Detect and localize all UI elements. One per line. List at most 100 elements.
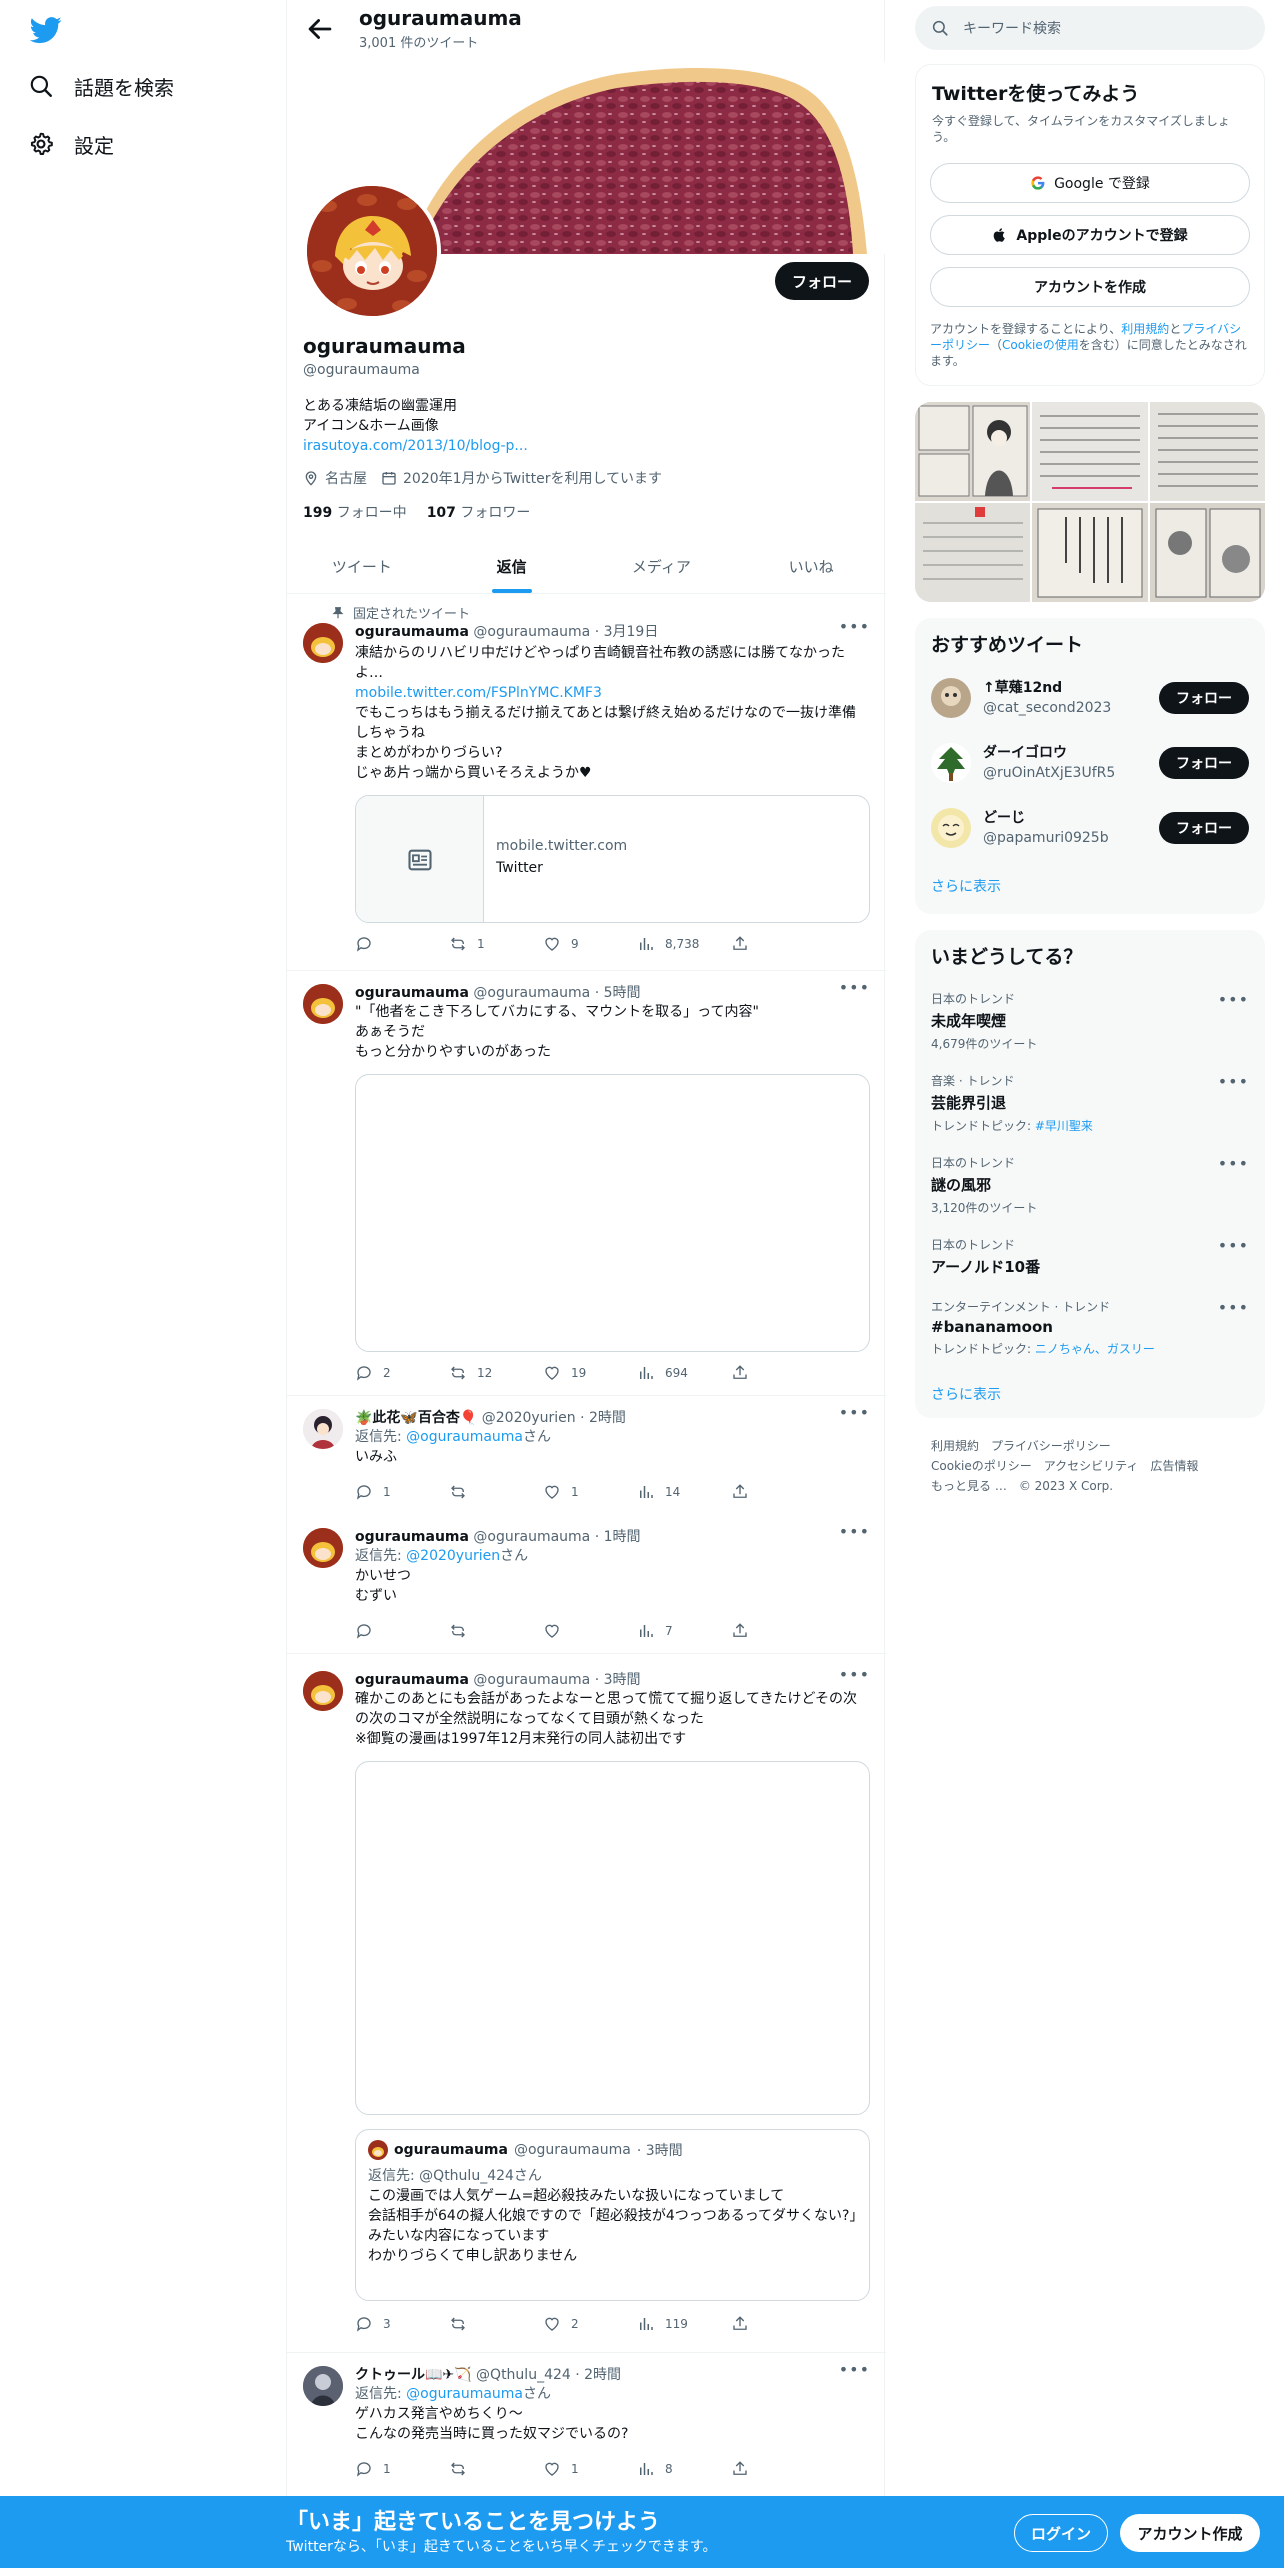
author-handle[interactable]: @oguraumauma xyxy=(473,985,590,1001)
footer-link[interactable]: もっと見る … xyxy=(931,1479,1007,1493)
following-link[interactable]: 199 フォロー中 xyxy=(303,502,407,522)
reply-button[interactable] xyxy=(355,1622,419,1640)
tweet[interactable]: クトゥール📖✈🏹 @Qthulu_424 · 2時間 ••• 返信先: @ogu… xyxy=(287,2354,886,2496)
avatar[interactable] xyxy=(931,808,971,848)
more-icon[interactable]: ••• xyxy=(1218,1298,1249,1317)
bio-link[interactable]: irasutoya.com/2013/10/blog-p... xyxy=(303,436,528,456)
tweet-time[interactable]: · 2時間 xyxy=(580,1410,626,1426)
retweet-button[interactable] xyxy=(449,2460,513,2478)
share-button[interactable] xyxy=(731,2460,795,2478)
retweet-button[interactable] xyxy=(449,2315,513,2333)
reply-button[interactable]: 1 xyxy=(355,2460,419,2478)
author-handle[interactable]: @Qthulu_424 xyxy=(476,2367,571,2383)
trend-topic-link[interactable]: ニノちゃん、ガスリー xyxy=(1035,1342,1155,1356)
media-thumbnail[interactable] xyxy=(1032,402,1148,501)
like-button[interactable]: 2 xyxy=(543,2315,607,2333)
tweet-time[interactable]: · 3月19日 xyxy=(595,624,659,640)
create-account-button[interactable]: アカウントを作成 xyxy=(930,267,1250,307)
retweet-button[interactable]: 1 xyxy=(449,935,513,953)
author-handle[interactable]: @oguraumauma xyxy=(473,1672,590,1688)
tweet-time[interactable]: · 2時間 xyxy=(575,2367,621,2383)
retweet-button[interactable] xyxy=(449,1483,513,1501)
views-button[interactable]: 119 xyxy=(637,2315,701,2333)
views-button[interactable]: 14 xyxy=(637,1483,701,1501)
rec-user[interactable]: ダーイゴロウ @ruOinAtXjE3UfR5 フォロー xyxy=(931,738,1249,788)
like-button[interactable]: 1 xyxy=(543,1483,607,1501)
quoted-tweet[interactable]: oguraumauma @oguraumauma · 3時間 返信先: @Qth… xyxy=(355,2129,870,2301)
tab-replies[interactable]: 返信 xyxy=(437,540,587,593)
like-button[interactable]: 19 xyxy=(543,1364,607,1382)
views-button[interactable]: 8,738 xyxy=(637,935,701,953)
tweet[interactable]: oguraumauma @oguraumauma · 5時間 ••• "「他者を… xyxy=(287,972,886,1396)
retweet-button[interactable]: 12 xyxy=(449,1364,513,1382)
like-button[interactable]: 9 xyxy=(543,935,607,953)
login-button[interactable]: ログイン xyxy=(1014,2514,1108,2552)
signup-button[interactable]: アカウント作成 xyxy=(1120,2514,1260,2552)
tab-likes[interactable]: いいね xyxy=(736,540,886,593)
author-handle[interactable]: @oguraumauma xyxy=(473,624,590,640)
nav-settings[interactable]: 設定 xyxy=(28,122,114,166)
avatar[interactable] xyxy=(303,1528,343,1568)
media-thumbnail[interactable] xyxy=(1032,503,1148,602)
tweet[interactable]: oguraumauma @oguraumauma · 3時間 ••• 確かこのあ… xyxy=(287,1655,886,2353)
tweet-time[interactable]: · 1時間 xyxy=(595,1529,641,1545)
reply-button[interactable] xyxy=(355,935,419,953)
more-icon[interactable]: ••• xyxy=(839,1403,870,1422)
reply-button[interactable]: 2 xyxy=(355,1364,419,1382)
tweet-time[interactable]: · 5時間 xyxy=(595,985,641,1001)
trends-show-more-link[interactable]: さらに表示 xyxy=(931,1384,1001,1404)
footer-link[interactable]: 利用規約 xyxy=(931,1439,979,1453)
author-name[interactable]: oguraumauma xyxy=(355,1672,469,1688)
like-button[interactable]: 1 xyxy=(543,2460,607,2478)
author-handle[interactable]: @2020yurien xyxy=(482,1410,576,1426)
more-icon[interactable]: ••• xyxy=(1218,1072,1249,1091)
followers-link[interactable]: 107 フォロワー xyxy=(427,502,531,522)
tweet-media[interactable] xyxy=(355,1074,870,1352)
tweet[interactable]: 🪴此花🦋百合杏🎈 @2020yurien · 2時間 ••• 返信先: @ogu… xyxy=(287,1397,886,1515)
trend-topic-link[interactable]: #早川聖来 xyxy=(1035,1119,1093,1133)
tab-media[interactable]: メディア xyxy=(587,540,737,593)
terms-link[interactable]: 利用規約 xyxy=(1121,322,1169,336)
tab-tweets[interactable]: ツイート xyxy=(287,540,437,593)
author-name[interactable]: oguraumauma xyxy=(355,985,469,1001)
trend-item[interactable]: 日本のトレンド アーノルド10番 ••• xyxy=(931,1236,1249,1277)
footer-link[interactable]: 広告情報 xyxy=(1150,1459,1198,1473)
more-icon[interactable]: ••• xyxy=(1218,990,1249,1009)
trend-item[interactable]: エンターテインメント · トレンド #bananamoon トレンドトピック: … xyxy=(931,1298,1249,1357)
tweet-link[interactable]: mobile.twitter.com/FSPlnYMC.KMF3 xyxy=(355,683,870,703)
profile-avatar[interactable] xyxy=(303,182,441,320)
reply-to-link[interactable]: @2020yurien xyxy=(406,1548,500,1564)
trend-item[interactable]: 日本のトレンド 謎の風邪 3,120件のツイート ••• xyxy=(931,1154,1249,1216)
more-icon[interactable]: ••• xyxy=(1218,1236,1249,1255)
retweet-button[interactable] xyxy=(449,1622,513,1640)
avatar[interactable] xyxy=(303,1671,343,1711)
author-name[interactable]: oguraumauma xyxy=(355,624,469,640)
author-name[interactable]: 🪴此花🦋百合杏🎈 xyxy=(355,1410,477,1426)
tweet[interactable]: oguraumauma @oguraumauma · 1時間 ••• 返信先: … xyxy=(287,1516,886,1654)
apple-signup-button[interactable]: Appleのアカウントで登録 xyxy=(930,215,1250,255)
share-button[interactable] xyxy=(731,2315,795,2333)
nav-explore[interactable]: 話題を検索 xyxy=(28,64,174,108)
more-icon[interactable]: ••• xyxy=(839,617,870,636)
show-more-link[interactable]: さらに表示 xyxy=(931,876,1001,896)
media-thumbnail[interactable] xyxy=(1149,503,1265,602)
author-name[interactable]: oguraumauma xyxy=(355,1529,469,1545)
author-handle[interactable]: @oguraumauma xyxy=(473,1529,590,1545)
share-button[interactable] xyxy=(731,1622,795,1640)
share-button[interactable] xyxy=(731,1364,795,1382)
more-icon[interactable]: ••• xyxy=(839,2360,870,2379)
reply-to-link[interactable]: @oguraumauma xyxy=(406,2386,523,2402)
rec-user[interactable]: どーじ @papamuri0925b フォロー xyxy=(931,803,1249,853)
follow-button[interactable]: フォロー xyxy=(775,262,869,300)
share-button[interactable] xyxy=(731,1483,795,1501)
footer-link[interactable]: Cookieのポリシー xyxy=(931,1459,1032,1473)
media-thumbnail[interactable] xyxy=(915,402,1031,501)
trend-item[interactable]: 音楽 · トレンド 芸能界引退 トレンドトピック: #早川聖来 ••• xyxy=(931,1072,1249,1134)
tweet-time[interactable]: · 3時間 xyxy=(595,1672,641,1688)
avatar[interactable] xyxy=(303,623,343,663)
more-icon[interactable]: ••• xyxy=(839,1665,870,1684)
avatar[interactable] xyxy=(303,984,343,1024)
views-button[interactable]: 8 xyxy=(637,2460,701,2478)
more-icon[interactable]: ••• xyxy=(839,978,870,997)
follow-button[interactable]: フォロー xyxy=(1159,747,1249,779)
